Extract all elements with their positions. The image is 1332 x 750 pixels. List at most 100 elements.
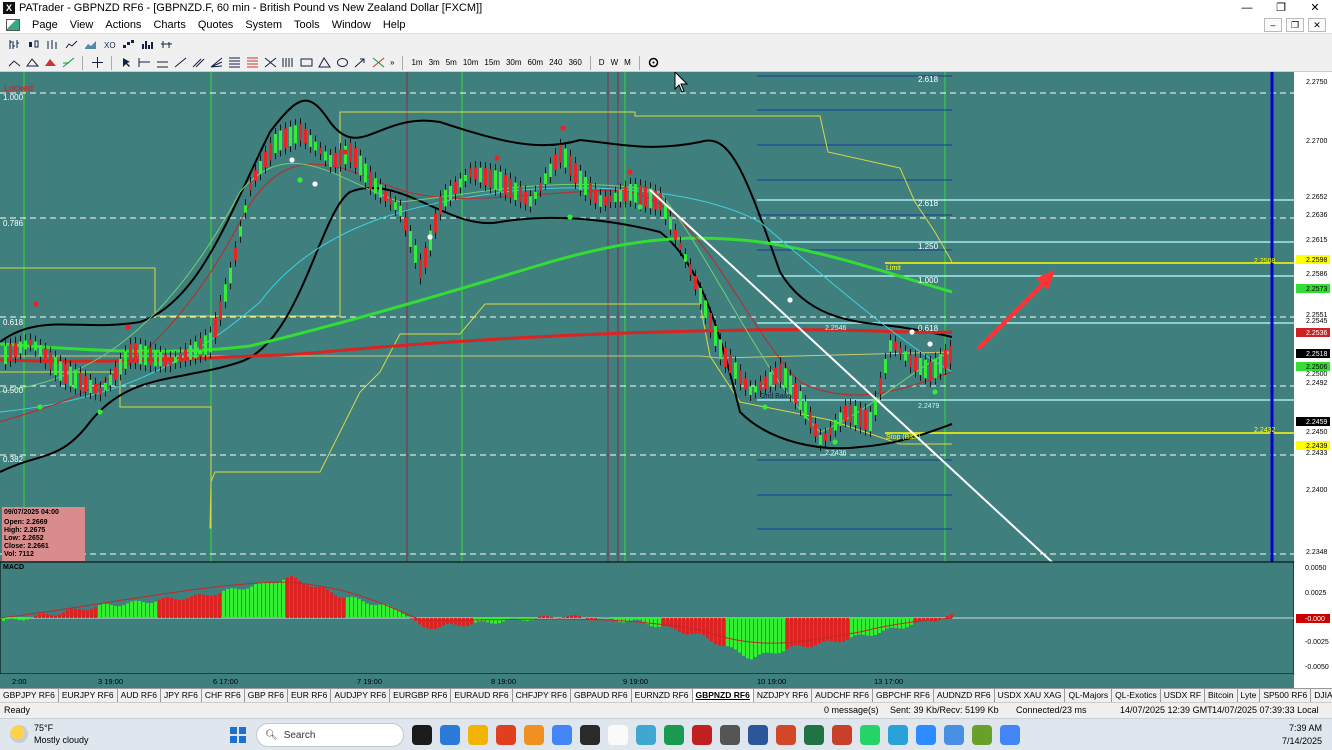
taskbar-search[interactable]: 🔍︎ Search: [256, 723, 404, 747]
file-explorer-icon[interactable]: [412, 725, 432, 745]
tab-gbpaud-rf6[interactable]: GBPAUD RF6: [571, 689, 632, 702]
media-icon[interactable]: [496, 725, 516, 745]
timeframe-5m[interactable]: 5m: [444, 56, 459, 70]
tab-djia[interactable]: DJIA: [1311, 689, 1332, 702]
menu-actions[interactable]: Actions: [99, 16, 147, 34]
tab-bitcoin[interactable]: Bitcoin: [1205, 689, 1238, 702]
word-icon[interactable]: [748, 725, 768, 745]
tab-gbpnzd-rf6[interactable]: GBPNZD RF6: [692, 689, 754, 702]
menu-system[interactable]: System: [239, 16, 288, 34]
fib-retracement-icon[interactable]: [226, 56, 242, 70]
pointer-icon[interactable]: [118, 56, 134, 70]
telegram-icon[interactable]: [888, 725, 908, 745]
template-icon[interactable]: [42, 56, 58, 70]
tab-gbp-rf6[interactable]: GBP RF6: [245, 689, 288, 702]
start-windows-icon[interactable]: [230, 727, 246, 743]
tab-sp500-rf6[interactable]: SP500 RF6: [1260, 689, 1312, 702]
zoom-icon[interactable]: [916, 725, 936, 745]
weather-widget[interactable]: 75°F Mostly cloudy: [10, 722, 89, 746]
tab-audnzd-rf6[interactable]: AUDNZD RF6: [934, 689, 995, 702]
support-icon[interactable]: [944, 725, 964, 745]
triangle-icon[interactable]: [316, 56, 332, 70]
tab-lyte[interactable]: Lyte: [1238, 689, 1261, 702]
area-chart-icon[interactable]: [82, 37, 98, 51]
timeframe-d[interactable]: D: [597, 56, 607, 70]
timeframe-30m[interactable]: 30m: [504, 56, 524, 70]
timeframe-1m[interactable]: 1m: [409, 56, 424, 70]
menu-page[interactable]: Page: [26, 16, 64, 34]
patrader-icon[interactable]: [608, 725, 628, 745]
timeframe-240[interactable]: 240: [547, 56, 564, 70]
minimize-button[interactable]: —: [1230, 0, 1264, 16]
text-icon[interactable]: [370, 56, 386, 70]
tab-chf-rf6[interactable]: CHF RF6: [202, 689, 245, 702]
powerpoint-icon[interactable]: [776, 725, 796, 745]
tab-audjpy-rf6[interactable]: AUDJPY RF6: [331, 689, 391, 702]
cycle-icon[interactable]: [280, 56, 296, 70]
more-tools-icon[interactable]: »: [388, 56, 396, 70]
tab-eurjpy-rf6[interactable]: EURJPY RF6: [59, 689, 118, 702]
tab-usdx-xau-xag[interactable]: USDX XAU XAG: [995, 689, 1066, 702]
timeframe-15m[interactable]: 15m: [482, 56, 502, 70]
timeframe-3m[interactable]: 3m: [427, 56, 442, 70]
firefox-icon[interactable]: [524, 725, 544, 745]
chart-window-icon[interactable]: [6, 18, 20, 31]
whatsapp-icon[interactable]: [860, 725, 880, 745]
hlc-chart-icon[interactable]: [44, 37, 60, 51]
horizontal-ray-icon[interactable]: [154, 56, 170, 70]
tool-icon[interactable]: [692, 725, 712, 745]
indicator-icon[interactable]: [24, 56, 40, 70]
menu-help[interactable]: Help: [377, 16, 412, 34]
tick-chart-icon[interactable]: [158, 37, 174, 51]
timeframe-w[interactable]: W: [609, 56, 621, 70]
tab-eur-rf6[interactable]: EUR RF6: [288, 689, 332, 702]
gann-icon[interactable]: [262, 56, 278, 70]
tab-jpy-rf6[interactable]: JPY RF6: [161, 689, 202, 702]
arrow-icon[interactable]: [352, 56, 368, 70]
price-chart[interactable]: Locked 1.000 0.786 0.618 0.500 0.382 2.6…: [0, 72, 1332, 688]
tab-ql-majors[interactable]: QL-Majors: [1065, 689, 1113, 702]
volume-chart-icon[interactable]: [139, 37, 155, 51]
box-icon[interactable]: [298, 56, 314, 70]
timeframe-360[interactable]: 360: [566, 56, 583, 70]
object-icon[interactable]: [60, 56, 76, 70]
tab-nzdjpy-rf6[interactable]: NZDJPY RF6: [754, 689, 813, 702]
renko-chart-icon[interactable]: [120, 37, 136, 51]
mdi-close-button[interactable]: ✕: [1308, 17, 1326, 32]
bar-chart-icon[interactable]: [6, 37, 22, 51]
menu-quotes[interactable]: Quotes: [192, 16, 239, 34]
channel-icon[interactable]: [190, 56, 206, 70]
tab-eurnzd-rf6[interactable]: EURNZD RF6: [632, 689, 693, 702]
app-icon[interactable]: [972, 725, 992, 745]
menu-view[interactable]: View: [64, 16, 100, 34]
menu-tools[interactable]: Tools: [288, 16, 326, 34]
tab-audchf-rf6[interactable]: AUDCHF RF6: [812, 689, 873, 702]
mdi-restore-button[interactable]: ❐: [1286, 17, 1304, 32]
folder-icon[interactable]: [468, 725, 488, 745]
chrome-2-icon[interactable]: [1000, 725, 1020, 745]
excel-icon[interactable]: [804, 725, 824, 745]
zoom-icon[interactable]: [6, 56, 22, 70]
timeframe-10m[interactable]: 10m: [461, 56, 481, 70]
crosshair-icon[interactable]: [89, 56, 105, 70]
chart-area[interactable]: Locked 1.000 0.786 0.618 0.500 0.382 2.6…: [0, 72, 1332, 688]
taskbar-clock[interactable]: 7:39 AM 7/14/2025: [1282, 722, 1322, 748]
tab-chfjpy-rf6[interactable]: CHFJPY RF6: [513, 689, 571, 702]
tab-gbpjpy-rf6[interactable]: GBPJPY RF6: [0, 689, 59, 702]
point-figure-icon[interactable]: XO: [101, 37, 117, 51]
tab-aud-rf6[interactable]: AUD RF6: [118, 689, 161, 702]
tab-gbpchf-rf6[interactable]: GBPCHF RF6: [873, 689, 934, 702]
candle-chart-icon[interactable]: [25, 37, 41, 51]
mdi-minimize-button[interactable]: –: [1264, 17, 1282, 32]
tab-usdx-rf[interactable]: USDX RF: [1161, 689, 1206, 702]
maximize-button[interactable]: ❐: [1264, 0, 1298, 16]
tab-eurgbp-rf6[interactable]: EURGBP RF6: [390, 689, 452, 702]
tab-ql-exotics[interactable]: QL-Exotics: [1112, 689, 1161, 702]
chrome-icon[interactable]: [552, 725, 572, 745]
horizontal-line-icon[interactable]: [136, 56, 152, 70]
menu-charts[interactable]: Charts: [147, 16, 191, 34]
trendline-icon[interactable]: [172, 56, 188, 70]
sync-icon[interactable]: [646, 56, 662, 70]
photos-icon[interactable]: [636, 725, 656, 745]
task-view-icon[interactable]: [440, 725, 460, 745]
